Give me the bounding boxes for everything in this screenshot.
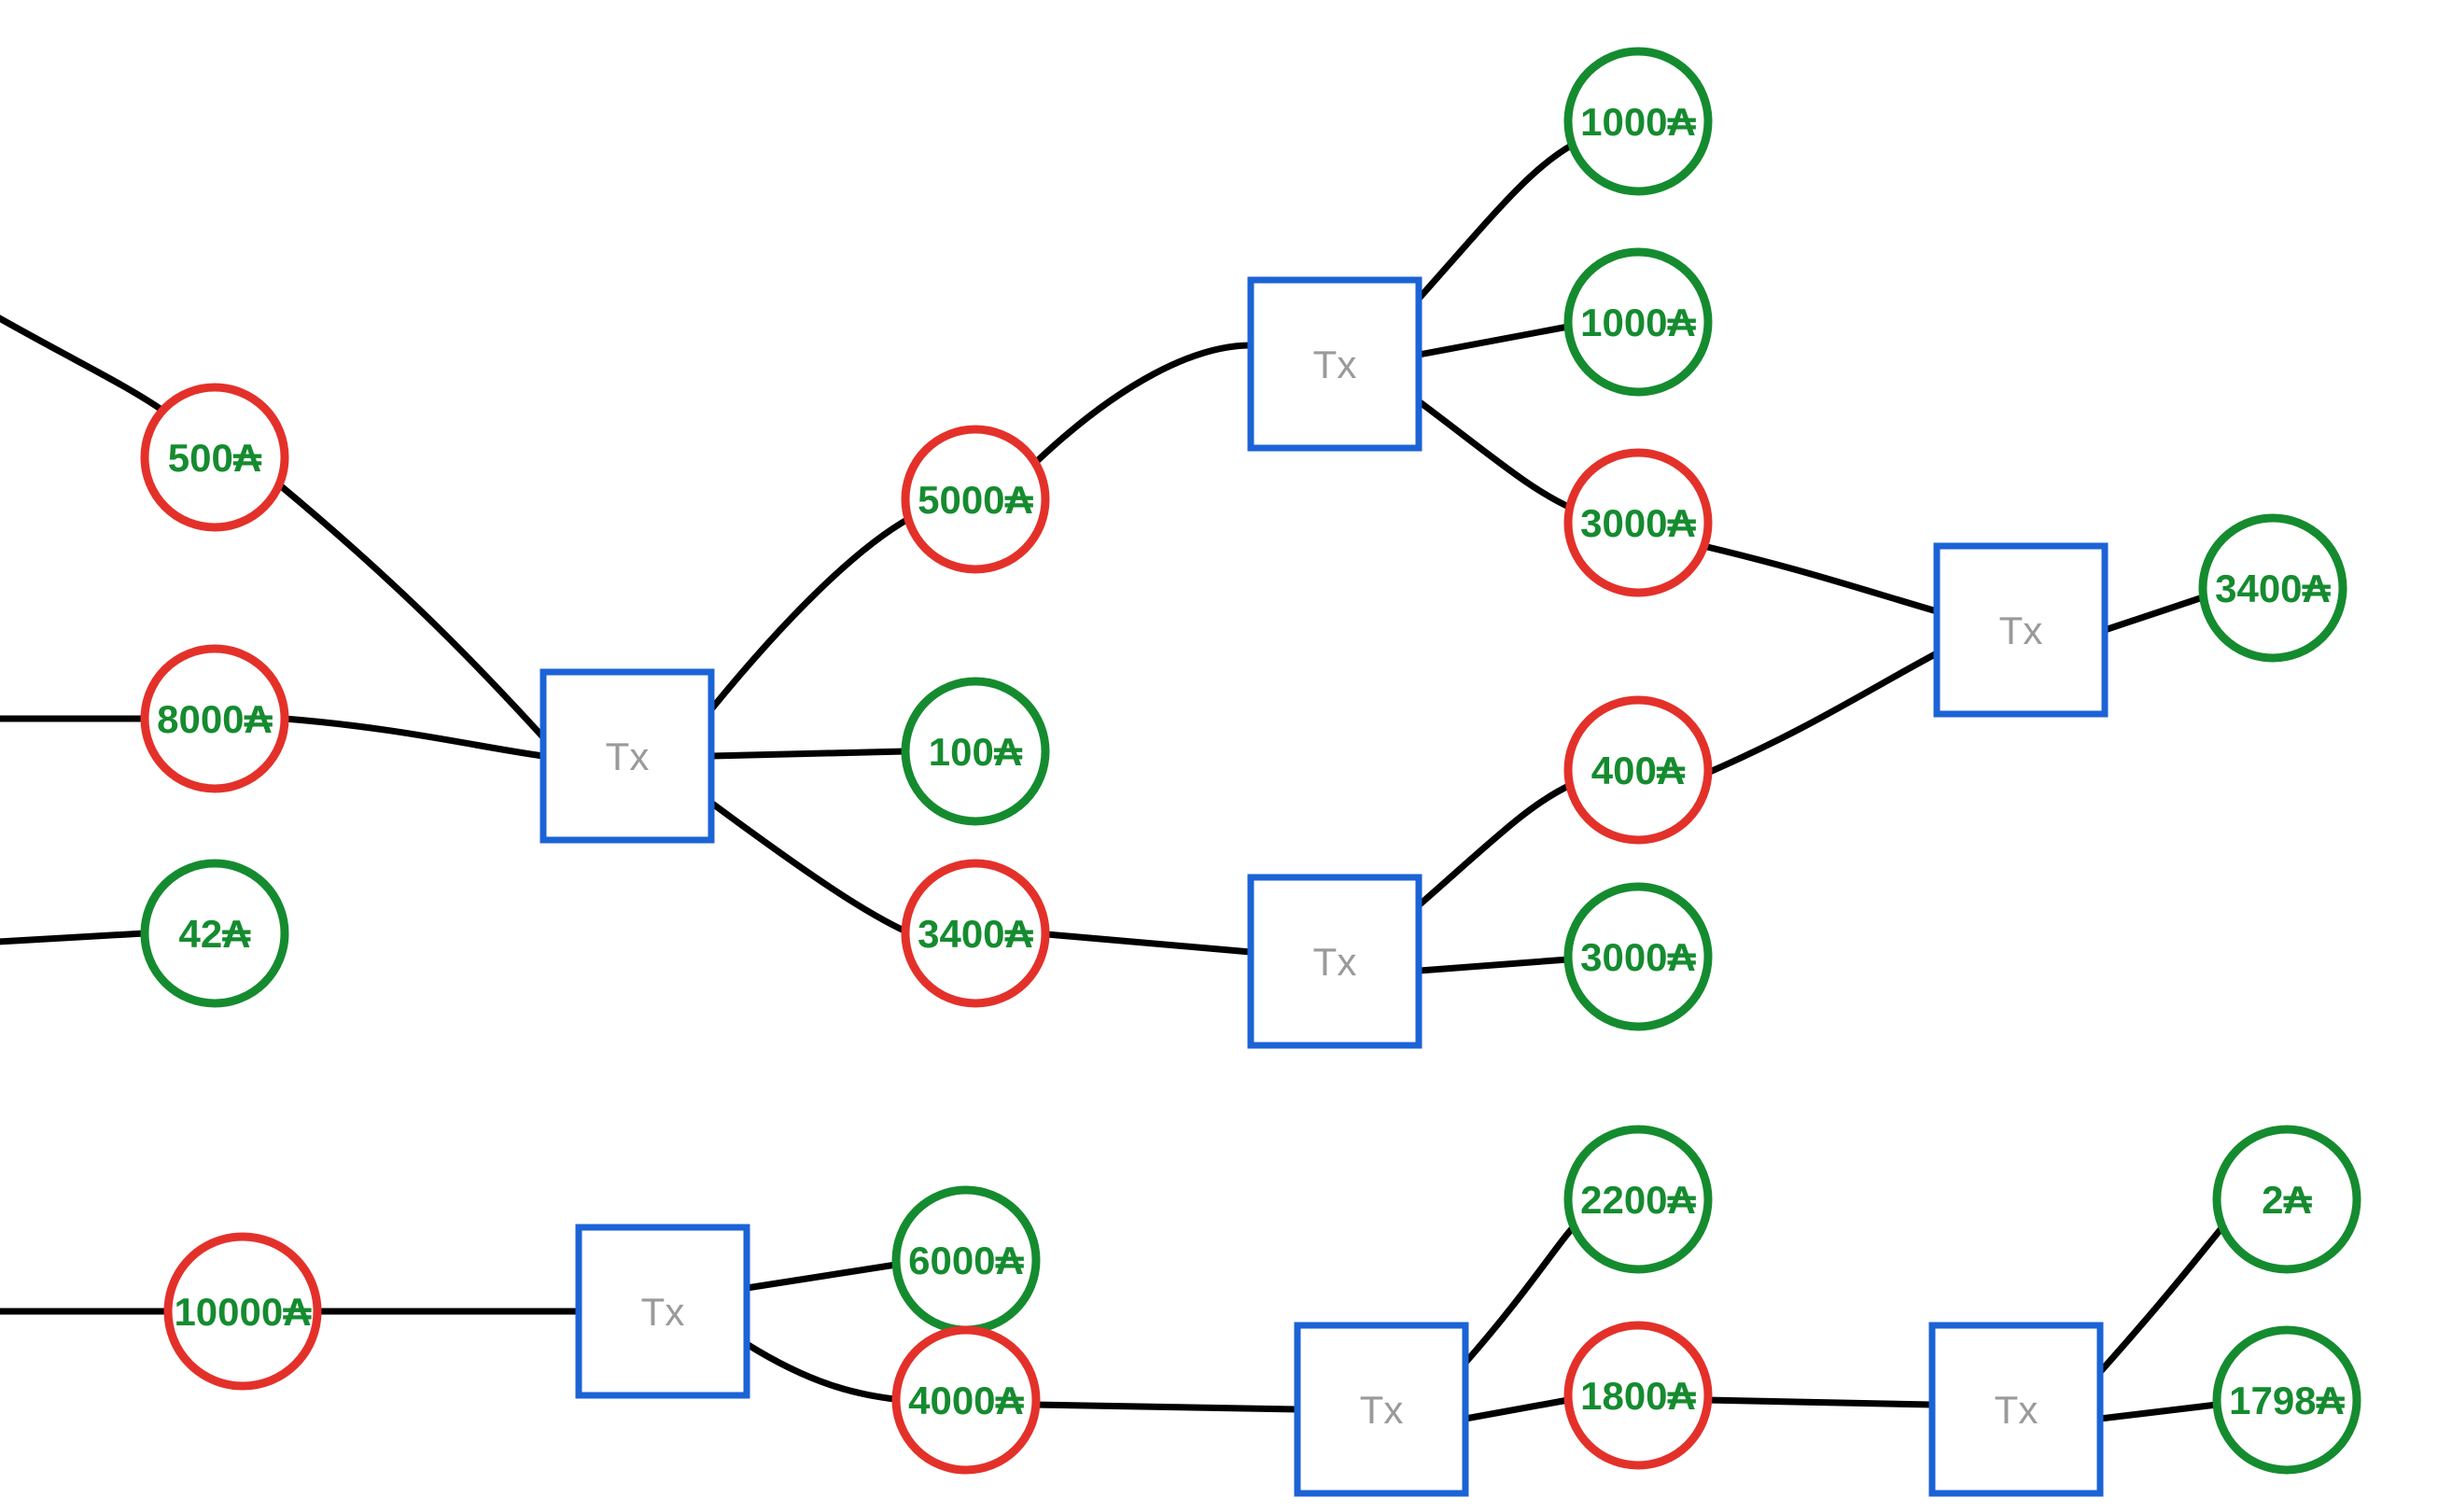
edges-layer [0,145,2226,1419]
utxo-unspent: 3400₳ [2203,518,2343,658]
utxo-amount-label: 1000₳ [1580,100,1696,144]
utxo-amount-label: 500₳ [168,436,262,480]
utxo-amount-label: 5000₳ [918,478,1033,522]
utxo-amount-label: 1798₳ [2229,1379,2345,1422]
utxo-amount-label: 6000₳ [908,1239,1024,1282]
edge [1036,933,1251,952]
edge [2105,597,2203,630]
utxo-amount-label: 42₳ [178,912,251,956]
edge [1419,327,1568,355]
utxo-amount-label: 1000₳ [1580,301,1696,344]
tx-label: Tx [1999,609,2043,652]
utxo-spent: 3400₳ [905,863,1045,1003]
edge [1419,145,1573,299]
utxo-unspent: 3000₳ [1568,887,1708,1027]
edge [1703,653,1937,775]
tx-node: Tx [1297,1325,1465,1493]
utxo-spent: 3000₳ [1568,453,1708,593]
utxo-spent: 500₳ [145,387,285,527]
utxo-amount-label: 8000₳ [157,697,273,741]
edge [1419,784,1573,905]
tx-node: Tx [1251,877,1419,1045]
edge [1419,959,1568,971]
utxo-layer: 500₳ 8000₳ 42₳ 5000₳ 100₳ 3400₳ 1000₳ 1000₳ 3000… [145,51,2357,1470]
tx-node: Tx [1251,280,1419,448]
tx-node: Tx [1937,546,2105,714]
tx-label: Tx [1313,940,1357,984]
utxo-unspent: 1798₳ [2217,1330,2357,1470]
utxo-amount-label: 2₳ [2262,1178,2312,1222]
utxo-amount-label: 2200₳ [1580,1178,1696,1222]
utxo-amount-label: 3400₳ [918,912,1033,956]
utxo-unspent: 1000₳ [1568,51,1708,191]
utxo-spent: 5000₳ [905,429,1045,569]
edge [1036,345,1251,462]
utxo-amount-label: 3000₳ [1580,501,1696,545]
utxo-amount-label: 3000₳ [1580,935,1696,979]
utxo-spent: 10000₳ [168,1237,317,1386]
edge [711,803,910,933]
edge [747,1265,896,1288]
edge [747,1344,901,1400]
edge [1706,1400,1932,1405]
utxo-unspent: 100₳ [905,681,1045,821]
utxo-amount-label: 3400₳ [2215,567,2331,610]
utxo-spent: 400₳ [1568,700,1708,840]
tx-label: Tx [1360,1388,1404,1432]
edge [2100,1405,2217,1419]
utxo-amount-label: 400₳ [1591,749,1686,792]
utxo-amount-label: 4000₳ [908,1379,1024,1422]
edge [0,933,145,943]
utxo-spent: 1800₳ [1568,1325,1708,1465]
utxo-spent: 8000₳ [145,649,285,789]
tx-node: Tx [1932,1325,2100,1493]
edge [1419,401,1573,509]
edge [285,719,543,756]
utxo-spent: 4000₳ [896,1330,1036,1470]
utxo-amount-label: 1800₳ [1580,1374,1696,1418]
edge [1034,1405,1297,1409]
utxo-unspent: 42₳ [145,863,285,1003]
utxo-dag-diagram: Tx Tx Tx Tx Tx Tx Tx 500₳ 8000₳ 42₳ 5000₳ 100₳ 3400… [0,0,2438,1512]
tx-label: Tx [606,735,650,778]
transactions-layer: Tx Tx Tx Tx Tx Tx Tx [543,280,2105,1493]
tx-node: Tx [543,672,711,840]
tx-label: Tx [641,1290,685,1334]
edge [280,485,543,737]
tx-node: Tx [579,1227,747,1395]
tx-label: Tx [1995,1388,2039,1432]
tx-label: Tx [1313,343,1357,386]
utxo-unspent: 6000₳ [896,1190,1036,1330]
edge [711,751,905,756]
edge [1465,1223,1577,1363]
edge [711,518,910,709]
utxo-amount-label: 10000₳ [174,1290,312,1334]
utxo-unspent: 2₳ [2217,1129,2357,1269]
utxo-unspent: 1000₳ [1568,252,1708,392]
edge [2100,1223,2226,1372]
utxo-amount-label: 100₳ [929,730,1023,774]
edge [1703,546,1937,611]
edge [1465,1400,1568,1419]
utxo-unspent: 2200₳ [1568,1129,1708,1269]
